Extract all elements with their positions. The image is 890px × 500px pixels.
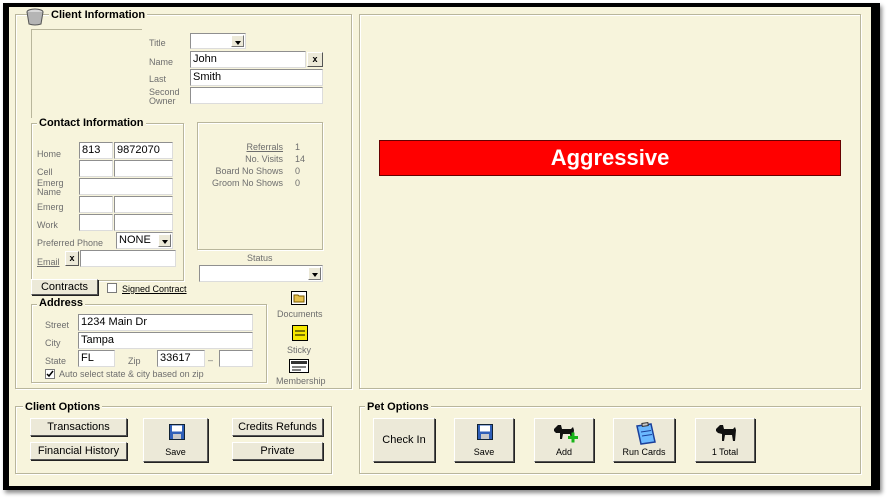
zip-extension-input[interactable] xyxy=(219,350,253,367)
clear-name-button[interactable]: x xyxy=(307,52,323,67)
work-area-input[interactable] xyxy=(79,214,113,231)
last-name-input[interactable]: Smith xyxy=(190,69,323,86)
chevron-down-icon[interactable] xyxy=(231,35,244,47)
private-button[interactable]: Private xyxy=(232,442,323,460)
preferred-phone-label: Preferred Phone xyxy=(37,238,104,248)
state-input[interactable]: FL xyxy=(78,350,115,367)
pet-total-button[interactable]: 1 Total xyxy=(695,418,755,462)
contact-information-title: Contact Information xyxy=(37,117,146,129)
zip-dash: – xyxy=(208,355,214,365)
chevron-down-icon[interactable] xyxy=(308,267,321,280)
client-photo-area[interactable] xyxy=(31,29,142,118)
financial-history-button[interactable]: Financial History xyxy=(30,442,127,460)
transactions-button[interactable]: Transactions xyxy=(30,418,127,436)
emerg-area-input[interactable] xyxy=(79,196,113,213)
home-number-input[interactable]: 9872070 xyxy=(114,142,173,159)
state-label: State xyxy=(45,356,67,366)
no-visits-value: 14 xyxy=(295,154,306,164)
sticky-note-icon[interactable] xyxy=(292,325,308,341)
membership-label[interactable]: Membership xyxy=(276,376,326,386)
second-owner-input[interactable] xyxy=(190,87,323,104)
emerg-number-input[interactable] xyxy=(114,196,173,213)
check-in-button[interactable]: Check In xyxy=(373,418,435,462)
dog-add-icon xyxy=(554,425,578,443)
pet-save-button[interactable]: Save xyxy=(454,418,514,462)
address-title: Address xyxy=(37,297,86,309)
contracts-button[interactable]: Contracts xyxy=(31,279,98,295)
preferred-phone-select[interactable]: NONE xyxy=(116,232,173,249)
client-information-title: Client Information xyxy=(49,9,148,21)
street-label: Street xyxy=(45,320,70,330)
zip-input[interactable]: 33617 xyxy=(157,350,205,367)
floppy-disk-icon xyxy=(477,424,493,440)
groom-no-shows-label: Groom No Shows xyxy=(211,178,283,188)
home-area-input[interactable]: 813 xyxy=(79,142,113,159)
cell-area-input[interactable] xyxy=(79,160,113,177)
home-label: Home xyxy=(37,149,62,159)
email-input[interactable] xyxy=(80,250,176,267)
work-label: Work xyxy=(37,220,58,230)
signed-contract-checkbox[interactable] xyxy=(107,283,117,293)
credits-refunds-button[interactable]: Credits Refunds xyxy=(232,418,323,436)
client-save-button[interactable]: Save xyxy=(143,418,208,462)
email-label[interactable]: Email xyxy=(37,257,60,267)
checkmark-icon xyxy=(46,370,54,378)
pet-options-title: Pet Options xyxy=(365,401,431,413)
clipboard-icon xyxy=(636,422,656,445)
emerg-label: Emerg xyxy=(37,202,64,212)
board-no-shows-value: 0 xyxy=(295,166,301,176)
status-label: Status xyxy=(247,253,273,263)
pet-display-panel xyxy=(359,14,861,389)
emerg-name-input[interactable] xyxy=(79,178,173,195)
cell-label: Cell xyxy=(37,167,53,177)
run-cards-button[interactable]: Run Cards xyxy=(613,418,675,462)
street-input[interactable]: 1234 Main Dr xyxy=(78,314,253,331)
floppy-disk-icon xyxy=(169,424,185,440)
zip-label: Zip xyxy=(128,356,141,366)
name-label: Name xyxy=(149,57,174,67)
title-label: Title xyxy=(149,38,166,48)
folder-icon[interactable] xyxy=(291,291,307,305)
chevron-down-icon[interactable] xyxy=(158,234,171,247)
groom-no-shows-value: 0 xyxy=(295,178,301,188)
second-owner-label: Second Owner xyxy=(149,87,180,106)
first-name-input[interactable]: John xyxy=(190,51,306,68)
referrals-label[interactable]: Referrals xyxy=(209,142,283,152)
membership-card-icon[interactable] xyxy=(289,359,309,373)
emerg-name-label: Emerg Name xyxy=(37,178,64,197)
board-no-shows-label: Board No Shows xyxy=(215,166,283,176)
no-visits-label: No. Visits xyxy=(245,154,283,164)
last-label: Last xyxy=(149,74,167,84)
clear-email-button[interactable]: x xyxy=(65,251,79,266)
city-input[interactable]: Tampa xyxy=(78,332,253,349)
add-pet-button[interactable]: Add xyxy=(534,418,594,462)
auto-select-label: Auto select state & city based on zip xyxy=(59,369,204,379)
bucket-icon xyxy=(26,8,44,26)
dog-icon xyxy=(716,425,736,441)
status-select[interactable] xyxy=(199,265,323,282)
cell-number-input[interactable] xyxy=(114,160,173,177)
city-label: City xyxy=(45,338,61,348)
client-options-title: Client Options xyxy=(23,401,103,413)
documents-label[interactable]: Documents xyxy=(277,309,323,319)
client-window: Client Information Title Name John x Las… xyxy=(9,7,871,486)
aggressive-alert-banner: Aggressive xyxy=(379,140,841,176)
title-select[interactable] xyxy=(190,33,246,49)
referrals-value: 1 xyxy=(295,142,301,152)
sticky-label[interactable]: Sticky xyxy=(287,345,311,355)
signed-contract-label[interactable]: Signed Contract xyxy=(122,284,187,294)
work-number-input[interactable] xyxy=(114,214,173,231)
